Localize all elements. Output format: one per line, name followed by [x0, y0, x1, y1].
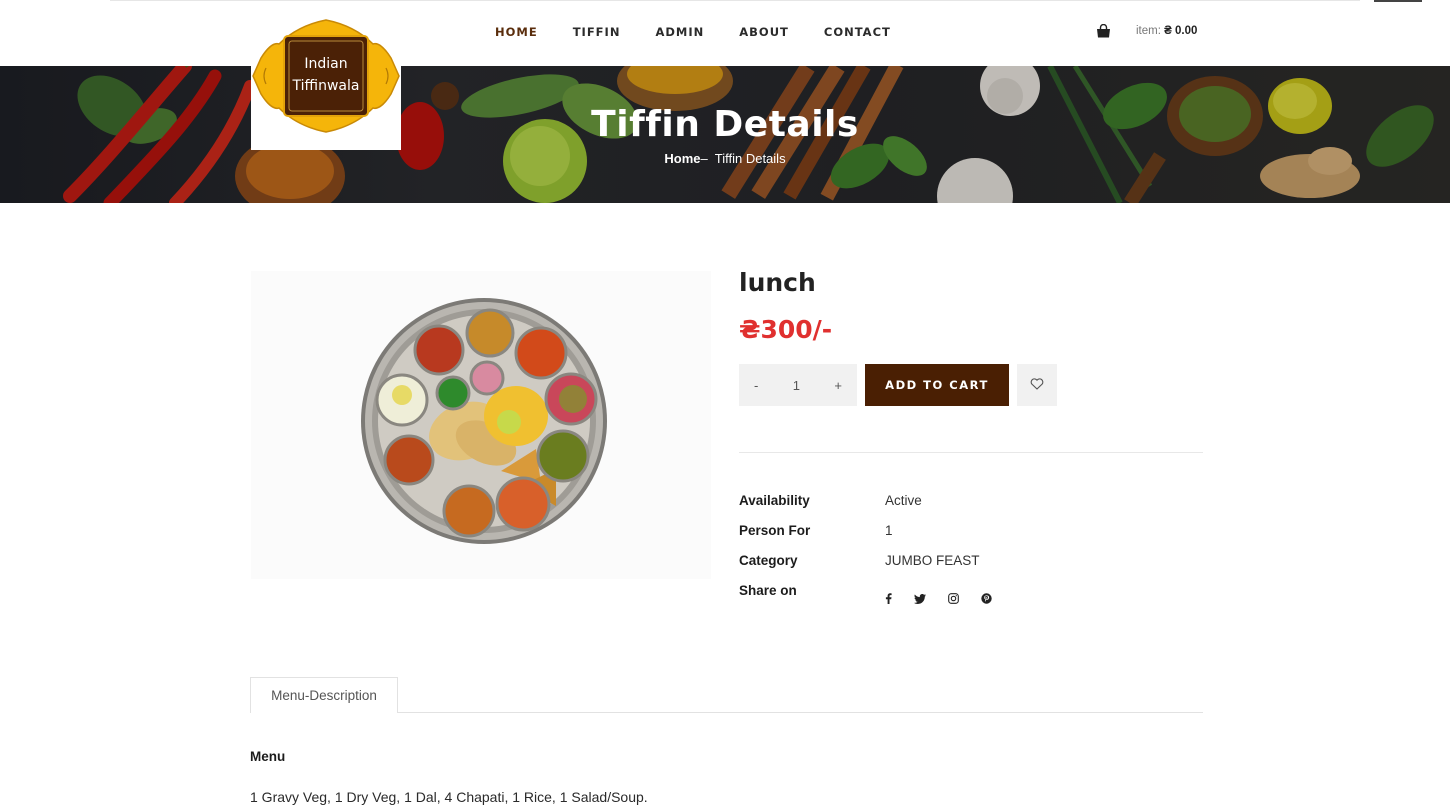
menu-heading: Menu: [250, 749, 286, 764]
page-title: Tiffin Details: [591, 104, 859, 145]
detail-row-availability: Availability Active: [739, 493, 992, 523]
detail-row-category: Category JUMBO FEAST: [739, 553, 992, 583]
pinterest-icon[interactable]: [981, 593, 992, 604]
availability-value: Active: [885, 493, 922, 508]
tab-menu-description[interactable]: Menu-Description: [250, 677, 398, 713]
cart-amount: ₴ 0.00: [1164, 25, 1198, 37]
quantity-decrease-button[interactable]: -: [754, 378, 758, 393]
product-price: ₴300/-: [739, 315, 833, 344]
product-image: [251, 271, 711, 579]
quantity-stepper: - 1 +: [739, 364, 857, 406]
site-header: HOME TIFFIN ADMIN ABOUT CONTACT item: ₴ …: [0, 0, 1450, 66]
nav-tiffin[interactable]: TIFFIN: [573, 25, 621, 39]
add-to-cart-button[interactable]: ADD TO CART: [865, 364, 1009, 406]
logo-line2: Tiffinwala: [292, 78, 360, 94]
cart-item-label: item:: [1136, 25, 1161, 37]
product-name: lunch: [739, 268, 816, 297]
category-value: JUMBO FEAST: [885, 553, 980, 568]
share-label: Share on: [739, 583, 797, 598]
wishlist-button[interactable]: [1017, 364, 1057, 406]
nav-admin[interactable]: ADMIN: [655, 25, 704, 39]
main-nav: HOME TIFFIN ADMIN ABOUT CONTACT: [495, 25, 891, 39]
detail-row-person: Person For 1: [739, 523, 992, 553]
mini-cart[interactable]: item: ₴ 0.00: [1096, 23, 1197, 38]
facebook-icon[interactable]: [885, 593, 892, 604]
menu-text: 1 Gravy Veg, 1 Dry Veg, 1 Dal, 4 Chapati…: [250, 789, 648, 805]
product-details: Availability Active Person For 1 Categor…: [739, 493, 992, 613]
shopping-bag-icon[interactable]: [1096, 23, 1111, 38]
detail-row-share: Share on: [739, 583, 992, 613]
breadcrumb: Home– Tiffin Details: [0, 151, 1450, 166]
share-links: [885, 584, 992, 613]
nav-about[interactable]: ABOUT: [739, 25, 789, 39]
availability-label: Availability: [739, 493, 810, 508]
category-label: Category: [739, 553, 798, 568]
logo-line1: Indian: [304, 56, 347, 72]
nav-home[interactable]: HOME: [495, 25, 538, 39]
page-banner: Tiffin Details Home– Tiffin Details: [0, 66, 1450, 203]
quantity-input[interactable]: 1: [793, 378, 800, 393]
twitter-icon[interactable]: [914, 593, 926, 604]
breadcrumb-home[interactable]: Home: [664, 151, 700, 166]
heart-icon: [1030, 377, 1044, 393]
breadcrumb-current: Tiffin Details: [714, 151, 786, 166]
nav-contact[interactable]: CONTACT: [824, 25, 891, 39]
instagram-icon[interactable]: [948, 593, 959, 604]
person-for-label: Person For: [739, 523, 811, 538]
cart-summary[interactable]: item: ₴ 0.00: [1136, 25, 1197, 37]
details-divider: [739, 452, 1203, 453]
person-for-value: 1: [885, 523, 893, 538]
breadcrumb-separator: –: [700, 151, 708, 166]
site-logo[interactable]: Indian Tiffinwala: [251, 18, 401, 150]
quantity-increase-button[interactable]: +: [834, 378, 842, 393]
